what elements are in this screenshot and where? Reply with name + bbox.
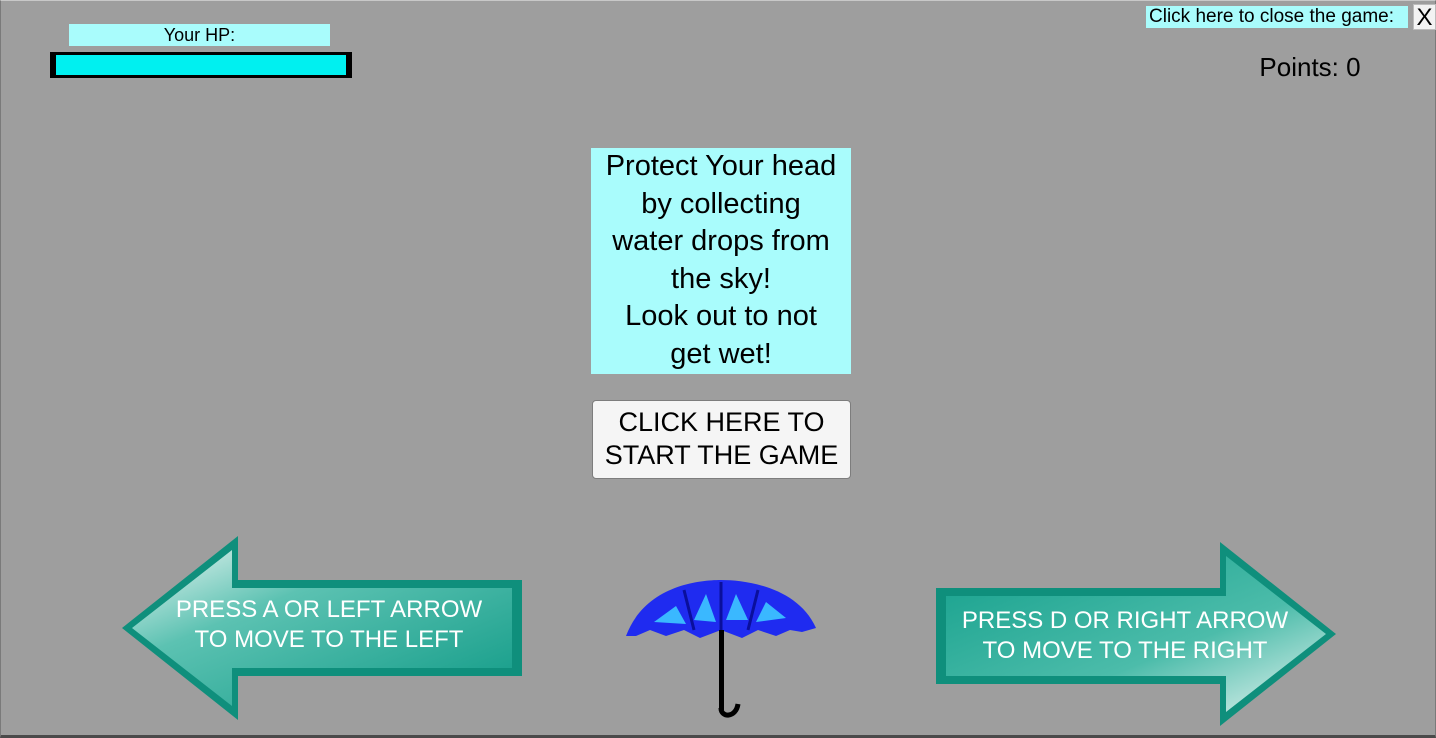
right-arrow-line: TO MOVE TO THE RIGHT — [982, 637, 1268, 664]
close-game-label: Click here to close the game: — [1146, 6, 1408, 28]
start-game-button[interactable]: CLICK HERE TO START THE GAME — [592, 400, 851, 479]
start-button-line: CLICK HERE TO — [618, 407, 825, 437]
left-arrow-line: TO MOVE TO THE LEFT — [194, 626, 464, 653]
instructions-line: Look out to not — [625, 300, 817, 332]
instructions-line: the sky! — [671, 262, 771, 295]
move-right-arrow-button[interactable]: PRESS D OR RIGHT ARROW TO MOVE TO THE RI… — [934, 540, 1338, 728]
instructions-line: water drops from — [612, 225, 830, 257]
close-game-button[interactable]: X — [1413, 4, 1436, 30]
instructions-panel: Protect Your head by collecting water dr… — [591, 148, 851, 374]
instructions-line: by collecting — [641, 187, 801, 220]
hp-bar — [50, 52, 352, 78]
right-arrow-line: PRESS D OR RIGHT ARROW — [961, 607, 1289, 634]
umbrella-icon — [626, 580, 816, 718]
umbrella-player — [624, 578, 818, 720]
hp-bar-fill — [56, 55, 346, 75]
points-counter: Points: 0 — [1259, 52, 1361, 82]
instructions-line: get wet! — [670, 337, 772, 370]
hp-label: Your HP: — [69, 24, 330, 46]
start-button-line: START THE GAME — [604, 440, 839, 470]
instructions-line: Protect Your head — [605, 150, 837, 182]
move-left-arrow-button[interactable]: PRESS A OR LEFT ARROW TO MOVE TO THE LEF… — [120, 534, 524, 722]
left-arrow-line: PRESS A OR LEFT ARROW — [175, 596, 483, 623]
